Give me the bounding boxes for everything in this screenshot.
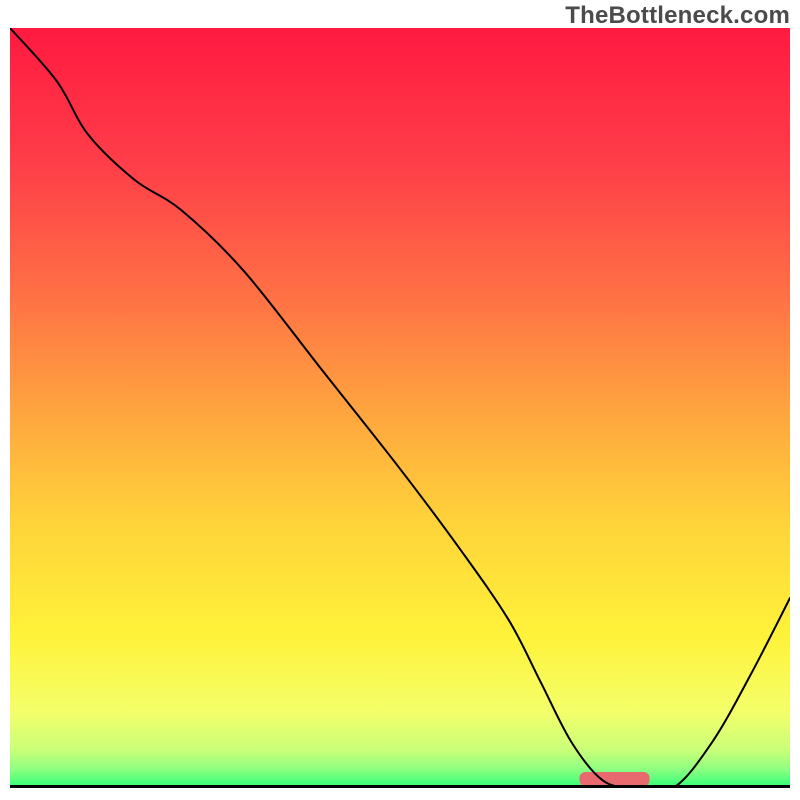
chart-stage: TheBottleneck.com: [0, 0, 800, 800]
watermark-text: TheBottleneck.com: [565, 2, 790, 30]
plot-svg: [10, 28, 790, 788]
optimal-range-marker: [579, 772, 649, 786]
gradient-background: [10, 28, 790, 788]
bottleneck-plot: [10, 28, 790, 788]
